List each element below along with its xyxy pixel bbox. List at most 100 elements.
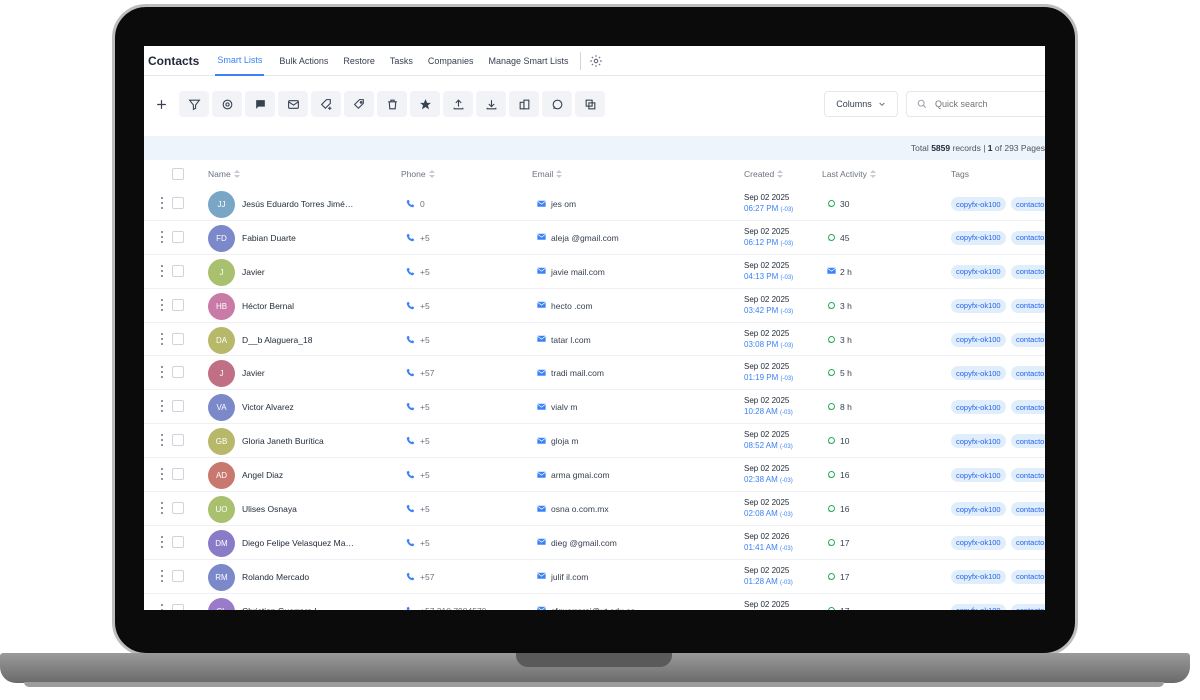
email-icon[interactable] [537, 233, 546, 241]
tag-badge[interactable]: contacto [1011, 197, 1045, 211]
table-row[interactable]: J Javier +57 tradi mail.com Sep 02 2025 01:19… [144, 356, 1045, 391]
phone-icon[interactable] [406, 504, 415, 513]
contact-name[interactable]: Christian Guerrero L [242, 606, 319, 610]
tag-badge[interactable]: copyfx-ok100 [951, 535, 1006, 550]
phone-icon[interactable] [406, 335, 415, 344]
table-row[interactable]: AD Angel Diaz +5 arma gmai.com Sep 02 2025 02… [144, 458, 1045, 493]
tag-badge[interactable]: contacto [1011, 230, 1045, 245]
row-checkbox[interactable] [172, 197, 184, 209]
tag-badge[interactable]: copyfx-ok100 [951, 230, 1006, 245]
drag-handle-icon[interactable] [160, 298, 164, 311]
tab-companies[interactable]: Companies [428, 46, 474, 76]
filter-button[interactable] [179, 91, 209, 117]
table-row[interactable]: VA Victor Alvarez +5 vialv m Sep 02 2025 10:2… [144, 390, 1045, 425]
tag-badge[interactable]: contacto [1011, 502, 1045, 517]
quick-search[interactable] [906, 91, 1045, 117]
tag-badge[interactable]: copyfx-ok100 [951, 434, 1006, 449]
drag-handle-icon[interactable] [160, 468, 164, 481]
drag-handle-icon[interactable] [160, 434, 164, 447]
row-checkbox[interactable] [172, 569, 184, 582]
drag-handle-icon[interactable] [160, 502, 164, 515]
contact-name[interactable]: Jesús Eduardo Torres Jimé… [242, 199, 353, 209]
export-button[interactable] [443, 91, 473, 117]
merge-button[interactable] [575, 91, 605, 117]
add-contact-button[interactable] [146, 91, 176, 117]
table-row[interactable]: HB Héctor Bernal +5 hecto .com Sep 02 2025 03… [144, 289, 1045, 323]
table-row[interactable]: UO Ulises Osnaya +5 osna o.com.mx Sep 02 202… [144, 492, 1045, 526]
phone-icon[interactable] [406, 436, 415, 445]
contact-name[interactable]: Diego Felipe Velasquez Ma… [242, 538, 354, 548]
drag-handle-icon[interactable] [160, 264, 164, 277]
remove-tag-button[interactable] [344, 91, 374, 117]
email-icon[interactable] [537, 368, 546, 376]
email-icon[interactable] [537, 538, 546, 546]
tag-badge[interactable]: copyfx-ok100 [951, 569, 1006, 584]
contact-name[interactable]: Gloria Janeth Burítica [242, 436, 324, 446]
row-checkbox[interactable] [172, 603, 184, 610]
tag-badge[interactable]: copyfx-ok100 [951, 264, 1006, 279]
contact-name[interactable]: Angel Diaz [242, 470, 283, 480]
phone-icon[interactable] [406, 606, 415, 610]
email-icon[interactable] [537, 436, 546, 444]
gear-icon[interactable] [589, 54, 603, 68]
columns-button[interactable]: Columns [824, 91, 898, 117]
row-checkbox[interactable] [172, 264, 184, 277]
drag-handle-icon[interactable] [160, 366, 164, 379]
tab-tasks[interactable]: Tasks [390, 46, 413, 76]
tag-badge[interactable]: copyfx-ok100 [951, 502, 1006, 517]
row-checkbox[interactable] [172, 502, 184, 515]
tag-badge[interactable]: copyfx-ok100 [951, 400, 1006, 415]
table-row[interactable]: DA D__b Alaguera_18 +5 tatar l.com Sep 02 20… [144, 323, 1045, 357]
email-icon[interactable] [537, 199, 546, 207]
contact-name[interactable]: Rolando Mercado [242, 572, 309, 582]
drag-handle-icon[interactable] [160, 535, 164, 548]
tag-badge[interactable]: copyfx-ok100 [951, 332, 1006, 347]
sms-button[interactable] [245, 91, 275, 117]
phone-icon[interactable] [406, 199, 415, 208]
row-checkbox[interactable] [172, 366, 184, 379]
table-row[interactable]: J Javier +5 javie mail.com Sep 02 2025 04:13 … [144, 255, 1045, 289]
tag-badge[interactable]: contacto [1011, 264, 1045, 279]
drag-handle-icon[interactable] [160, 332, 164, 345]
row-checkbox[interactable] [172, 468, 184, 481]
row-checkbox[interactable] [172, 230, 184, 243]
email-icon[interactable] [537, 335, 546, 343]
tag-badge[interactable]: contacto [1011, 400, 1045, 415]
tag-badge[interactable]: contacto [1011, 603, 1045, 610]
search-input[interactable] [935, 99, 1045, 109]
drag-handle-icon[interactable] [160, 603, 164, 610]
delete-button[interactable] [377, 91, 407, 117]
row-checkbox[interactable] [172, 535, 184, 548]
header-last-activity[interactable]: Last Activity [822, 169, 877, 179]
favorite-button[interactable] [410, 91, 440, 117]
tag-badge[interactable]: contacto [1011, 468, 1045, 483]
table-row[interactable]: JJ Jesús Eduardo Torres Jimé… 0 jes om Sep 0… [144, 187, 1045, 221]
email-icon[interactable] [537, 301, 546, 309]
tab-restore[interactable]: Restore [343, 46, 375, 76]
header-created[interactable]: Created [744, 169, 784, 179]
table-row[interactable]: DM Diego Felipe Velasquez Ma… +5 dieg @gmai… [144, 526, 1045, 560]
tag-badge[interactable]: contacto [1011, 366, 1045, 381]
tag-badge[interactable]: copyfx-ok100 [951, 603, 1006, 610]
row-checkbox[interactable] [172, 332, 184, 345]
whatsapp-button[interactable] [542, 91, 572, 117]
phone-icon[interactable] [406, 538, 415, 547]
phone-icon[interactable] [406, 572, 415, 581]
add-to-company-button[interactable] [509, 91, 539, 117]
import-button[interactable] [476, 91, 506, 117]
tag-badge[interactable]: contacto [1011, 434, 1045, 449]
drag-handle-icon[interactable] [160, 197, 164, 209]
phone-icon[interactable] [406, 233, 415, 242]
select-all-checkbox[interactable] [172, 168, 184, 180]
email-icon[interactable] [537, 267, 546, 275]
tab-smart-lists[interactable]: Smart Lists [215, 46, 265, 76]
email-icon[interactable] [537, 470, 546, 478]
tag-badge[interactable]: copyfx-ok100 [951, 468, 1006, 483]
table-row[interactable]: GB Gloria Janeth Burítica +5 gloja m Sep 02 … [144, 424, 1045, 459]
phone-icon[interactable] [406, 402, 415, 411]
table-row[interactable]: RM Rolando Mercado +57 julif il.com Sep 02 2… [144, 560, 1045, 594]
drag-handle-icon[interactable] [160, 400, 164, 413]
contact-name[interactable]: Javier [242, 267, 265, 277]
header-name[interactable]: Name [208, 169, 241, 179]
header-email[interactable]: Email [532, 169, 563, 179]
